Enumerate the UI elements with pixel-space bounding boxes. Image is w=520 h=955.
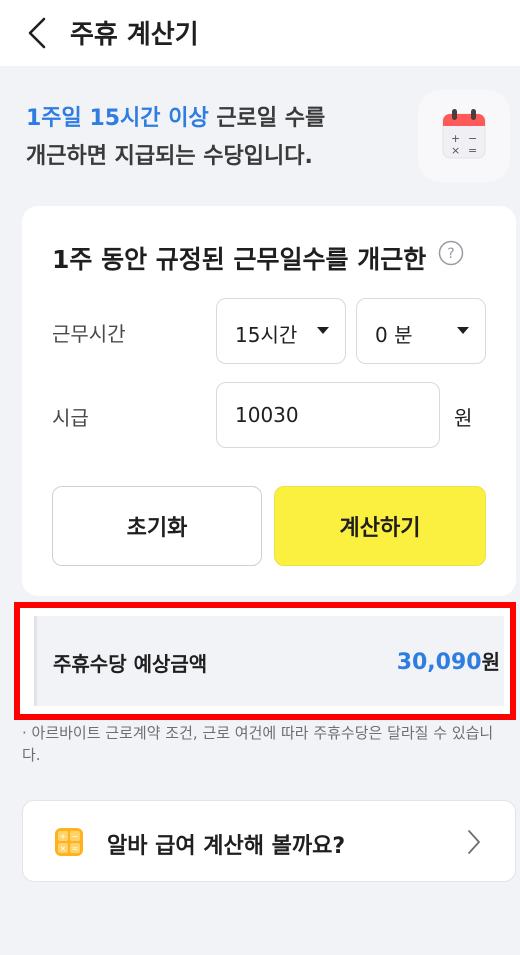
minutes-select[interactable]: 0 분 (356, 298, 486, 364)
result-amount-unit: 원 (481, 650, 500, 674)
reset-button[interactable]: 초기화 (52, 486, 262, 566)
calculator-form-card: 1주 동안 규정된 근무일수를 개근한 ? 근무시간 15시간 0 분 시급 원… (22, 206, 516, 596)
header-bar: 주휴 계산기 (0, 0, 520, 66)
intro-line-1: 1주일 15시간 이상 근로일 수를 (26, 100, 406, 138)
result-amount-value: 30,090 (396, 650, 482, 675)
chevron-right-icon (468, 830, 480, 854)
intro-highlight: 1주일 15시간 이상 (26, 106, 209, 131)
hourly-wage-input[interactable] (216, 382, 440, 448)
result-highlight-box: 주휴수당 예상금액 30,090원 (14, 602, 516, 720)
caret-down-icon (317, 327, 329, 334)
caret-down-icon (457, 327, 469, 334)
svg-text:×: × (451, 144, 460, 157)
svg-text:−: − (72, 832, 79, 841)
minutes-select-value: 0 분 (375, 323, 413, 347)
calculator-icon: + − × = (55, 828, 83, 856)
calendar-badge: + − × = (418, 90, 510, 182)
calculate-button[interactable]: 계산하기 (274, 486, 486, 566)
result-amount: 30,090원 (397, 646, 500, 675)
wage-calculator-link[interactable]: + − × = 알바 급여 계산해 볼까요? (22, 800, 516, 882)
page-title: 주휴 계산기 (70, 20, 199, 50)
result-panel: 주휴수당 예상금액 30,090원 (34, 616, 504, 706)
wage-unit: 원 (454, 406, 473, 430)
work-hours-label: 근무시간 (52, 322, 126, 346)
form-title: 1주 동안 규정된 근무일수를 개근한 (52, 245, 427, 274)
question-circle-icon[interactable]: ? (438, 240, 464, 266)
result-label: 주휴수당 예상금액 (53, 652, 208, 676)
wage-calculator-link-label: 알바 급여 계산해 볼까요? (107, 834, 346, 859)
calendar-calculator-icon: + − × = (442, 109, 486, 159)
hourly-wage-label: 시급 (52, 406, 89, 430)
svg-text:?: ? (447, 246, 454, 262)
intro-line1-rest: 근로일 수를 (208, 106, 326, 131)
svg-text:=: = (72, 844, 79, 853)
svg-text:×: × (60, 844, 67, 853)
svg-text:+: + (60, 832, 67, 841)
hours-select[interactable]: 15시간 (216, 298, 346, 364)
hours-select-value: 15시간 (235, 323, 298, 347)
chevron-left-icon[interactable] (26, 16, 48, 50)
svg-text:=: = (468, 144, 477, 157)
intro-text: 1주일 15시간 이상 근로일 수를 개근하면 지급되는 수당입니다. (26, 100, 406, 176)
intro-line-2: 개근하면 지급되는 수당입니다. (26, 144, 313, 169)
disclaimer-notice: · 아르바이트 근로계약 조건, 근로 여건에 따라 주휴수당은 달라질 수 있… (22, 724, 494, 764)
